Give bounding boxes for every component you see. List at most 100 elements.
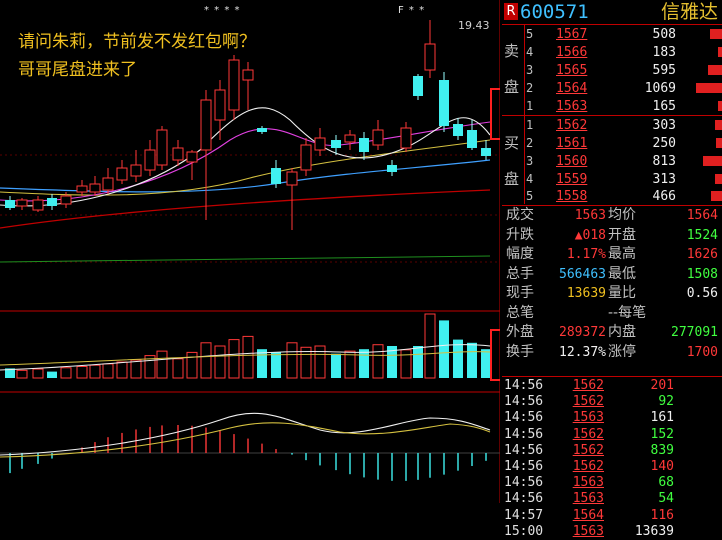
tick-time: 14:56 (504, 410, 544, 426)
volume-bar (481, 349, 491, 378)
quote-label: 换手 (506, 343, 534, 360)
top-markers: * * * * (204, 5, 241, 16)
buy-label-1: 买 (504, 134, 520, 152)
candle-body (439, 80, 449, 126)
sell-order-4[interactable]: 4 1566 183 (524, 43, 722, 62)
quote-value: 1563 (574, 208, 606, 223)
tick-volume: 68 (658, 475, 674, 491)
volume-bar (696, 83, 722, 93)
buy-order-3[interactable]: 3 1560 813 (524, 152, 722, 171)
quote-label: 成交 (506, 207, 534, 223)
quote-label: 升跌 (506, 226, 534, 243)
volume-bar (200, 342, 212, 379)
volume-bar (718, 47, 722, 57)
candle-body (47, 198, 57, 206)
candle-body (156, 129, 168, 166)
order-price: 1561 (556, 136, 588, 151)
tick-time: 14:56 (504, 426, 544, 442)
signal-line (0, 422, 491, 458)
volume-bar (286, 342, 298, 379)
quote-value: 1700 (686, 344, 718, 360)
volume-bar (400, 349, 412, 379)
ma-line (0, 159, 491, 193)
sell-order-5[interactable]: 5 1567 508 (524, 25, 722, 44)
volume-bar (439, 320, 449, 378)
ma-line (0, 189, 491, 229)
tick-time: 14:56 (504, 394, 544, 410)
sell-label-1: 卖 (504, 42, 520, 60)
annotation-line-1: 请问朱莉，节前发不发红包啊？ (18, 32, 256, 52)
order-index: 2 (526, 136, 534, 150)
volume-bar (331, 353, 341, 378)
stock-name[interactable]: 信雅达 (661, 0, 718, 24)
quote-value: 13639 (566, 286, 606, 301)
order-price: 1566 (556, 45, 588, 60)
order-volume: 303 (652, 118, 676, 133)
buy-order-5[interactable]: 5 1558 466 (524, 187, 722, 206)
tick-price: 1564 (572, 507, 604, 523)
candle-body (467, 130, 477, 148)
candle-body (214, 89, 226, 121)
quote-label: 总手 (506, 265, 534, 282)
sell-label-2: 盘 (504, 78, 520, 96)
stock-header: R 600571 信雅达 (502, 0, 722, 25)
tick-row: 14:56 1562 140 (502, 459, 722, 475)
order-volume: 466 (652, 189, 676, 204)
tick-volume: 13639 (634, 523, 674, 539)
volume-bar (710, 29, 722, 39)
volume-bar (60, 367, 72, 379)
volume-bar (242, 335, 254, 379)
tick-row: 14:56 1563 161 (502, 410, 722, 426)
quote-label: 现手 (506, 285, 534, 301)
quote-label: 涨停 (608, 343, 636, 360)
volume-bar (89, 364, 101, 379)
tick-price: 1563 (572, 491, 604, 507)
highlight-bracket (490, 88, 500, 140)
candle-body (331, 140, 341, 148)
tick-price: 1562 (572, 459, 604, 474)
tick-time: 14:57 (504, 507, 544, 523)
tick-price: 1562 (572, 378, 604, 393)
quote-value: 289372 (559, 325, 606, 340)
order-index: 3 (526, 154, 534, 168)
ma-line (0, 255, 491, 263)
quote-value: 1524 (686, 227, 718, 243)
tick-separator (502, 376, 722, 377)
highlight-bracket (490, 329, 500, 381)
volume-bar (703, 156, 722, 166)
order-price: 1564 (556, 81, 588, 96)
tick-volume: 839 (650, 442, 674, 458)
tick-volume: 140 (650, 459, 674, 474)
tick-volume: 201 (650, 378, 674, 393)
volume-bar (715, 174, 722, 184)
order-volume: 595 (652, 63, 676, 78)
volume-bar (359, 349, 369, 378)
sell-order-3[interactable]: 3 1565 595 (524, 61, 722, 80)
quote-value: 277091 (671, 325, 718, 340)
high-price-label: 19.43 (458, 19, 490, 32)
volume-bar (214, 345, 226, 379)
volume-bar (116, 361, 128, 379)
tick-price: 1562 (572, 426, 604, 442)
candle-body (5, 200, 15, 208)
buy-order-2[interactable]: 2 1561 250 (524, 134, 722, 153)
candle-body (116, 167, 128, 181)
buy-order-1[interactable]: 1 1562 303 (524, 116, 722, 135)
quote-row: 升跌 ▲018 开盘 1524 (502, 226, 722, 245)
tick-price: 1563 (572, 523, 604, 539)
tick-price: 1563 (572, 410, 604, 426)
kline-chart-area[interactable]: 请问朱莉，节前发不发红包啊？ 哥哥尾盘进来了 * * * * F * * 19.… (0, 0, 500, 503)
quote-row: 幅度 1.17% 最高 1626 (502, 245, 722, 264)
stock-code[interactable]: 600571 (520, 0, 589, 24)
candle-body (271, 168, 281, 184)
candle-body (186, 151, 198, 163)
signal-markers: F * * (398, 5, 426, 16)
order-index: 1 (526, 118, 534, 132)
tick-time: 14:56 (504, 442, 544, 458)
candle-body (286, 171, 298, 186)
order-price: 1558 (556, 189, 588, 204)
sell-order-2[interactable]: 2 1564 1069 (524, 79, 722, 98)
sell-order-1[interactable]: 1 1563 165 (524, 97, 722, 116)
candle-body (314, 137, 326, 151)
tick-price: 1562 (572, 442, 604, 458)
